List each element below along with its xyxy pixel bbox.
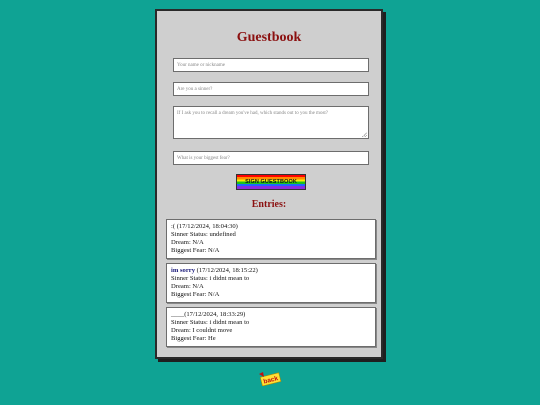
page-title: Guestbook xyxy=(236,30,302,45)
entry-timestamp: (17/12/2024, 18:15:22) xyxy=(196,267,258,274)
entry-sinner-status: Sinner Status: undefined xyxy=(171,231,236,238)
dream-placeholder: If I ask you to recall a dream you've ha… xyxy=(177,111,329,116)
name-input[interactable]: Your name or nickname xyxy=(173,58,369,72)
name-placeholder: Your name or nickname xyxy=(177,63,225,68)
fear-input[interactable]: What is your biggest fear? xyxy=(173,151,369,165)
guestbook-panel: Guestbook Your name or nickname Are you … xyxy=(155,9,383,359)
entry-header: im sorry (17/12/2024, 18:15:22) xyxy=(171,267,371,275)
entry-dream: Dream: N/A xyxy=(171,283,204,290)
back-link[interactable]: back xyxy=(258,371,282,386)
entry-fear: Biggest Fear: N/A xyxy=(171,247,220,254)
entry-name: :( xyxy=(171,223,176,230)
entry-sinner-status: Sinner Status: i didnt mean to xyxy=(171,319,250,326)
entry-fear: Biggest Fear: He xyxy=(171,335,216,342)
entry-dream: Dream: I couldnt move xyxy=(171,327,233,334)
resize-handle-icon[interactable] xyxy=(362,132,367,137)
entry-name: ____ xyxy=(171,311,185,318)
entry-card: ____(17/12/2024, 18:33:29) Sinner Status… xyxy=(166,307,376,347)
entry-dream: Dream: N/A xyxy=(171,239,204,246)
entries-heading: Entries: xyxy=(251,199,287,210)
sign-guestbook-button[interactable]: SIGN GUESTBOOK xyxy=(236,174,306,190)
entry-sinner-status: Sinner Status: i didnt mean to xyxy=(171,275,250,282)
entry-timestamp: (17/12/2024, 18:33:29) xyxy=(184,311,246,318)
entry-header: :( (17/12/2024, 18:04:30) xyxy=(171,223,371,231)
entry-card: :( (17/12/2024, 18:04:30) Sinner Status:… xyxy=(166,219,376,259)
entry-name: im sorry xyxy=(171,267,195,274)
fear-placeholder: What is your biggest fear? xyxy=(177,156,230,161)
back-arrow-icon xyxy=(259,372,264,377)
sinner-input[interactable]: Are you a sinner? xyxy=(173,82,369,96)
entry-timestamp: (17/12/2024, 18:04:30) xyxy=(176,223,238,230)
entry-fear: Biggest Fear: N/A xyxy=(171,291,220,298)
dream-textarea[interactable]: If I ask you to recall a dream you've ha… xyxy=(173,106,369,139)
entry-card: im sorry (17/12/2024, 18:15:22) Sinner S… xyxy=(166,263,376,303)
sinner-placeholder: Are you a sinner? xyxy=(177,87,213,92)
entry-header: ____(17/12/2024, 18:33:29) xyxy=(171,311,371,319)
